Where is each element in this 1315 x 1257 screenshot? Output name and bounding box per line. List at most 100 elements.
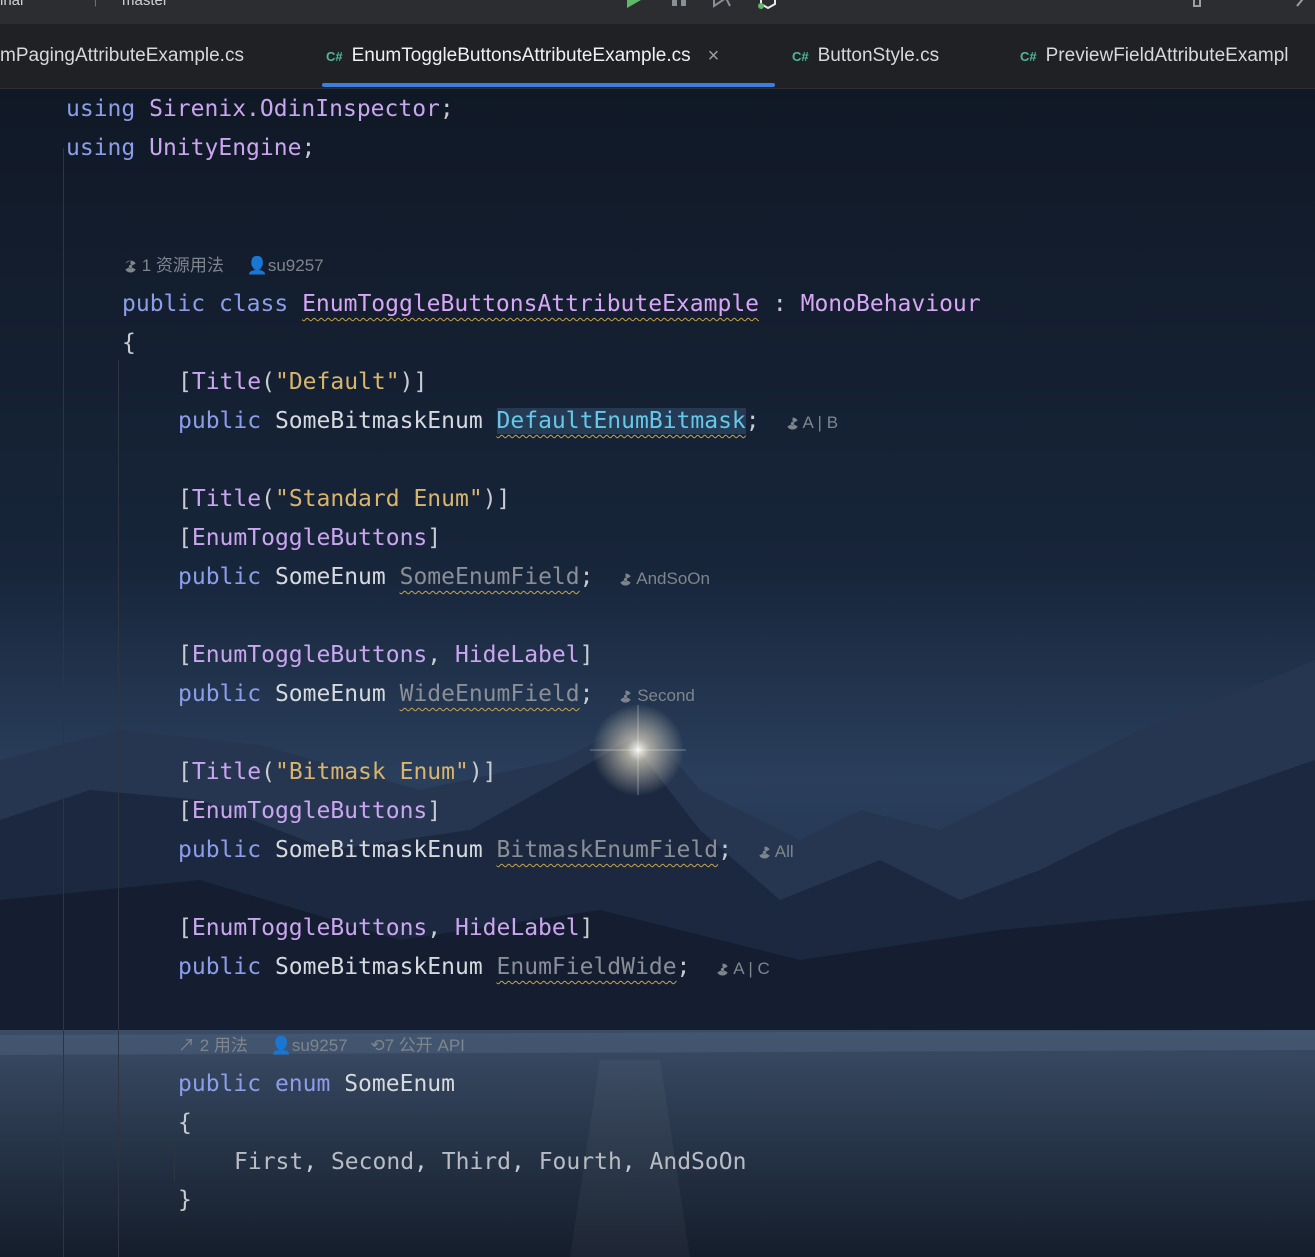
- type-name[interactable]: SomeEnum: [275, 564, 386, 590]
- field-name[interactable]: EnumFieldWide: [497, 954, 677, 980]
- tab-button-style[interactable]: C# ButtonStyle.cs: [792, 24, 939, 88]
- keyword: public: [178, 408, 262, 434]
- author-text: su9257: [267, 256, 324, 275]
- inlay-text: A | B: [802, 413, 839, 432]
- toolbar-branch-name[interactable]: master: [122, 0, 168, 9]
- attribute-name: Title: [191, 486, 262, 512]
- radiation-icon: [786, 417, 798, 430]
- keyword: public: [178, 837, 262, 863]
- type-name[interactable]: SomeBitmaskEnum: [275, 954, 483, 980]
- attribute-name: EnumToggleButtons: [191, 798, 428, 824]
- inlay-text: A | C: [733, 959, 770, 978]
- code-line-using-sirenix[interactable]: using Sirenix.OdinInspector;: [66, 90, 454, 129]
- indent-guide: [63, 148, 64, 1257]
- code-line-enum-brace-open[interactable]: {: [178, 1104, 192, 1143]
- base-class-name[interactable]: MonoBehaviour: [801, 291, 981, 317]
- overflow-icon[interactable]: [1295, 0, 1315, 10]
- author-codelens[interactable]: 👤su9257: [247, 256, 324, 275]
- code-line-brace-open[interactable]: {: [122, 324, 136, 363]
- code-line-enum-values[interactable]: First, Second, Third, Fourth, AndSoOn: [234, 1143, 746, 1182]
- enum-name[interactable]: SomeEnum: [344, 1071, 455, 1097]
- code-line-attribute-title-default[interactable]: [Title("Default")]: [178, 363, 427, 402]
- brace: {: [178, 1110, 192, 1136]
- type-name[interactable]: SomeBitmaskEnum: [275, 837, 483, 863]
- unity-icon[interactable]: [758, 0, 778, 10]
- code-line-attribute-title-bitmask[interactable]: [Title("Bitmask Enum")]: [178, 753, 497, 792]
- namespace: UnityEngine: [149, 135, 302, 161]
- attribute-name: HideLabel: [454, 642, 580, 668]
- code-line-attribute-title-standard[interactable]: [Title("Standard Enum")]: [178, 480, 510, 519]
- type-name[interactable]: SomeBitmaskEnum: [275, 408, 483, 434]
- code-line-enum-declaration[interactable]: public enum SomeEnum: [178, 1065, 455, 1104]
- csharp-file-icon: C#: [326, 48, 343, 64]
- run-icon[interactable]: [624, 0, 644, 10]
- attribute-name: Title: [191, 759, 262, 785]
- brace: {: [122, 330, 136, 356]
- keyword: class: [218, 291, 289, 317]
- code-editor[interactable]: using Sirenix.OdinInspector; using Unity…: [0, 88, 1315, 1257]
- tab-label: mPagingAttributeExample.cs: [0, 45, 244, 66]
- active-tab-indicator: [322, 83, 775, 87]
- radiation-icon: [620, 690, 632, 703]
- radiation-icon: [759, 846, 770, 859]
- code-line-field-some-enum[interactable]: public SomeEnum SomeEnumField; AndSoOn: [178, 558, 710, 597]
- user-icon: 👤: [246, 256, 268, 275]
- code-line-attribute-enum-toggle[interactable]: [EnumToggleButtons]: [178, 519, 441, 558]
- tab-paging-attribute-example[interactable]: mPagingAttributeExample.cs: [0, 24, 244, 88]
- code-line-attribute-toggle-hide-2[interactable]: [EnumToggleButtons, HideLabel]: [178, 909, 593, 948]
- author-text: su9257: [291, 1036, 348, 1055]
- external-link-icon: ↗: [178, 1036, 195, 1055]
- debug-icon[interactable]: [669, 0, 689, 10]
- toolbar-project-name[interactable]: inal: [0, 0, 23, 9]
- api-codelens[interactable]: ⟲7 公开 API: [370, 1036, 465, 1055]
- usages-codelens[interactable]: ↗ 2 用法: [178, 1036, 248, 1055]
- code-line-attribute-enum-toggle-2[interactable]: [EnumToggleButtons]: [178, 792, 441, 831]
- keyword: using: [66, 135, 136, 161]
- code-line-enum-brace-close[interactable]: }: [178, 1181, 192, 1220]
- api-icon: ⟲: [370, 1036, 385, 1055]
- code-line-field-default[interactable]: public SomeBitmaskEnum DefaultEnumBitmas…: [178, 402, 838, 441]
- attach-icon[interactable]: [712, 0, 732, 10]
- enum-value[interactable]: Fourth: [539, 1149, 622, 1175]
- tab-enum-toggle-buttons-example[interactable]: C# EnumToggleButtonsAttributeExample.cs …: [326, 24, 719, 88]
- enum-value[interactable]: Third: [442, 1149, 511, 1175]
- usages-text: 2 用法: [199, 1036, 248, 1055]
- code-line-field-enum-wide[interactable]: public SomeBitmaskEnum EnumFieldWide; A …: [178, 948, 770, 987]
- editor-tab-bar: mPagingAttributeExample.cs C# EnumToggle…: [0, 24, 1315, 89]
- radiation-icon: [717, 963, 729, 976]
- type-name[interactable]: SomeEnum: [275, 681, 386, 707]
- keyword: public: [178, 681, 262, 707]
- attribute-name: EnumToggleButtons: [191, 642, 428, 668]
- usages-codelens[interactable]: 1 资源用法: [124, 256, 224, 275]
- enum-value[interactable]: Second: [331, 1149, 414, 1175]
- brace: }: [178, 1187, 192, 1213]
- csharp-file-icon: C#: [792, 48, 809, 64]
- colon: :: [772, 291, 787, 317]
- keyword: using: [66, 96, 136, 122]
- field-name[interactable]: SomeEnumField: [400, 564, 580, 590]
- inlay-text: All: [774, 842, 794, 861]
- field-name[interactable]: DefaultEnumBitmask: [496, 408, 746, 434]
- enum-value[interactable]: AndSoOn: [650, 1149, 747, 1175]
- csharp-file-icon: C#: [1020, 48, 1037, 64]
- close-icon[interactable]: ×: [708, 45, 720, 68]
- author-codelens[interactable]: 👤su9257: [271, 1036, 348, 1055]
- attribute-name: HideLabel: [454, 915, 580, 941]
- code-line-using-unity[interactable]: using UnityEngine;: [66, 129, 315, 168]
- enum-value[interactable]: First: [234, 1149, 303, 1175]
- user-icon: 👤: [270, 1036, 292, 1055]
- field-name[interactable]: WideEnumField: [400, 681, 580, 707]
- settings-icon[interactable]: [1188, 0, 1208, 10]
- code-line-field-wide-enum[interactable]: public SomeEnum WideEnumField; Second: [178, 675, 695, 714]
- code-line-class-declaration[interactable]: public class EnumToggleButtonsAttributeE…: [122, 285, 981, 324]
- tab-preview-field-attribute-example[interactable]: C# PreviewFieldAttributeExampl: [1020, 24, 1289, 88]
- code-line-attribute-toggle-hide[interactable]: [EnumToggleButtons, HideLabel]: [178, 636, 593, 675]
- string-literal: "Standard Enum": [274, 486, 483, 512]
- field-name[interactable]: BitmaskEnumField: [497, 837, 719, 863]
- class-name[interactable]: EnumToggleButtonsAttributeExample: [302, 291, 759, 317]
- inlay-text: Second: [637, 686, 695, 705]
- main-toolbar: inal ᚠ master: [0, 0, 1315, 24]
- string-literal: "Bitmask Enum": [274, 759, 469, 785]
- inlay-value-hint: A | B: [786, 413, 838, 432]
- code-line-field-bitmask-enum[interactable]: public SomeBitmaskEnum BitmaskEnumField;…: [178, 831, 794, 870]
